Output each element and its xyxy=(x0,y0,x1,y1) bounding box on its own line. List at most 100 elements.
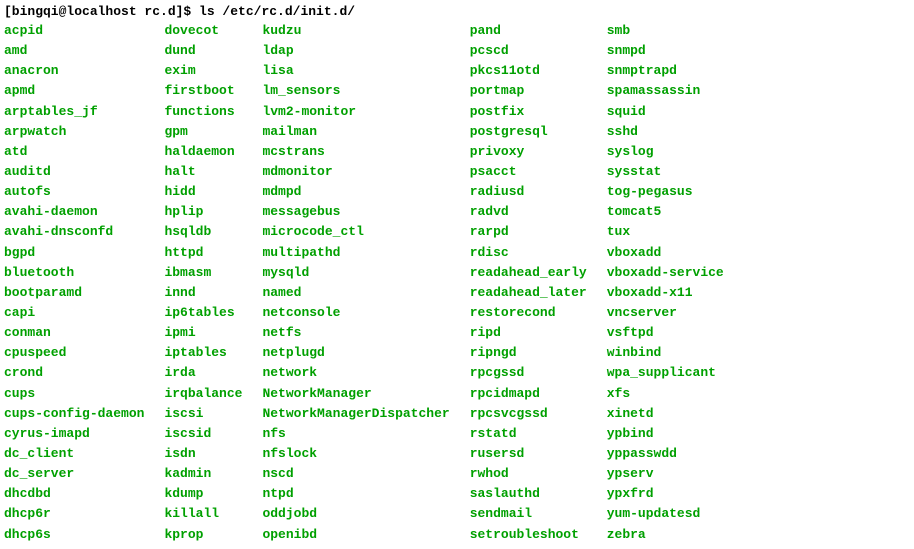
list-item: atd xyxy=(4,142,144,162)
list-item: arptables_jf xyxy=(4,102,144,122)
list-item: xfs xyxy=(607,384,724,404)
list-item: pcscd xyxy=(470,41,587,61)
list-item: acpid xyxy=(4,21,144,41)
list-item: xinetd xyxy=(607,404,724,424)
list-item: vncserver xyxy=(607,303,724,323)
list-item: hsqldb xyxy=(164,222,242,242)
list-item: pand xyxy=(470,21,587,41)
list-item: anacron xyxy=(4,61,144,81)
list-item: zebra xyxy=(607,525,724,545)
list-item: arpwatch xyxy=(4,122,144,142)
list-item: dhcp6s xyxy=(4,525,144,545)
list-item: exim xyxy=(164,61,242,81)
list-item: autofs xyxy=(4,182,144,202)
list-item: hidd xyxy=(164,182,242,202)
list-item: wpa_supplicant xyxy=(607,363,724,383)
list-item: radiusd xyxy=(470,182,587,202)
list-item: readahead_early xyxy=(470,263,587,283)
directory-listing: acpid amd anacron apmd arptables_jf arpw… xyxy=(4,21,910,545)
list-item: named xyxy=(262,283,449,303)
list-item: mdmpd xyxy=(262,182,449,202)
list-item: ripngd xyxy=(470,343,587,363)
list-item: ipmi xyxy=(164,323,242,343)
list-item: sysstat xyxy=(607,162,724,182)
list-item: ripd xyxy=(470,323,587,343)
list-item: iptables xyxy=(164,343,242,363)
list-item: vsftpd xyxy=(607,323,724,343)
list-item: cups xyxy=(4,384,144,404)
list-item: kprop xyxy=(164,525,242,545)
list-item: ypxfrd xyxy=(607,484,724,504)
list-item: lisa xyxy=(262,61,449,81)
list-item: tomcat5 xyxy=(607,202,724,222)
list-item: cyrus-imapd xyxy=(4,424,144,444)
list-item: snmptrapd xyxy=(607,61,724,81)
list-item: squid xyxy=(607,102,724,122)
list-item: lvm2-monitor xyxy=(262,102,449,122)
list-item: privoxy xyxy=(470,142,587,162)
list-item: ip6tables xyxy=(164,303,242,323)
listing-col-1: dovecot dund exim firstboot functions gp… xyxy=(164,21,262,545)
list-item: tog-pegasus xyxy=(607,182,724,202)
list-item: capi xyxy=(4,303,144,323)
list-item: apmd xyxy=(4,81,144,101)
list-item: rpcidmapd xyxy=(470,384,587,404)
list-item: saslauthd xyxy=(470,484,587,504)
listing-col-0: acpid amd anacron apmd arptables_jf arpw… xyxy=(4,21,164,545)
list-item: rpcgssd xyxy=(470,363,587,383)
list-item: dhcp6r xyxy=(4,504,144,524)
list-item: nfs xyxy=(262,424,449,444)
list-item: messagebus xyxy=(262,202,449,222)
list-item: microcode_ctl xyxy=(262,222,449,242)
list-item: rusersd xyxy=(470,444,587,464)
list-item: rstatd xyxy=(470,424,587,444)
list-item: multipathd xyxy=(262,243,449,263)
list-item: irda xyxy=(164,363,242,383)
list-item: vboxadd xyxy=(607,243,724,263)
list-item: bootparamd xyxy=(4,283,144,303)
list-item: irqbalance xyxy=(164,384,242,404)
list-item: ibmasm xyxy=(164,263,242,283)
list-item: netconsole xyxy=(262,303,449,323)
list-item: oddjobd xyxy=(262,504,449,524)
list-item: yppasswdd xyxy=(607,444,724,464)
list-item: setroubleshoot xyxy=(470,525,587,545)
list-item: postfix xyxy=(470,102,587,122)
list-item: iscsid xyxy=(164,424,242,444)
list-item: snmpd xyxy=(607,41,724,61)
list-item: syslog xyxy=(607,142,724,162)
list-item: functions xyxy=(164,102,242,122)
list-item: dund xyxy=(164,41,242,61)
list-item: radvd xyxy=(470,202,587,222)
list-item: nfslock xyxy=(262,444,449,464)
list-item: mysqld xyxy=(262,263,449,283)
list-item: portmap xyxy=(470,81,587,101)
list-item: halt xyxy=(164,162,242,182)
list-item: sshd xyxy=(607,122,724,142)
list-item: readahead_later xyxy=(470,283,587,303)
list-item: rarpd xyxy=(470,222,587,242)
list-item: spamassassin xyxy=(607,81,724,101)
listing-col-3: pand pcscd pkcs11otd portmap postfix pos… xyxy=(470,21,607,545)
list-item: isdn xyxy=(164,444,242,464)
list-item: mcstrans xyxy=(262,142,449,162)
list-item: nscd xyxy=(262,464,449,484)
list-item: netfs xyxy=(262,323,449,343)
list-item: vboxadd-service xyxy=(607,263,724,283)
listing-col-4: smb snmpd snmptrapd spamassassin squid s… xyxy=(607,21,744,545)
list-item: ldap xyxy=(262,41,449,61)
list-item: postgresql xyxy=(470,122,587,142)
list-item: httpd xyxy=(164,243,242,263)
list-item: kadmin xyxy=(164,464,242,484)
list-item: mailman xyxy=(262,122,449,142)
list-item: gpm xyxy=(164,122,242,142)
list-item: ypserv xyxy=(607,464,724,484)
list-item: cups-config-daemon xyxy=(4,404,144,424)
list-item: NetworkManagerDispatcher xyxy=(262,404,449,424)
list-item: NetworkManager xyxy=(262,384,449,404)
list-item: rdisc xyxy=(470,243,587,263)
shell-prompt: [bingqi@localhost rc.d]$ ls /etc/rc.d/in… xyxy=(4,4,910,19)
list-item: lm_sensors xyxy=(262,81,449,101)
list-item: tux xyxy=(607,222,724,242)
list-item: hplip xyxy=(164,202,242,222)
